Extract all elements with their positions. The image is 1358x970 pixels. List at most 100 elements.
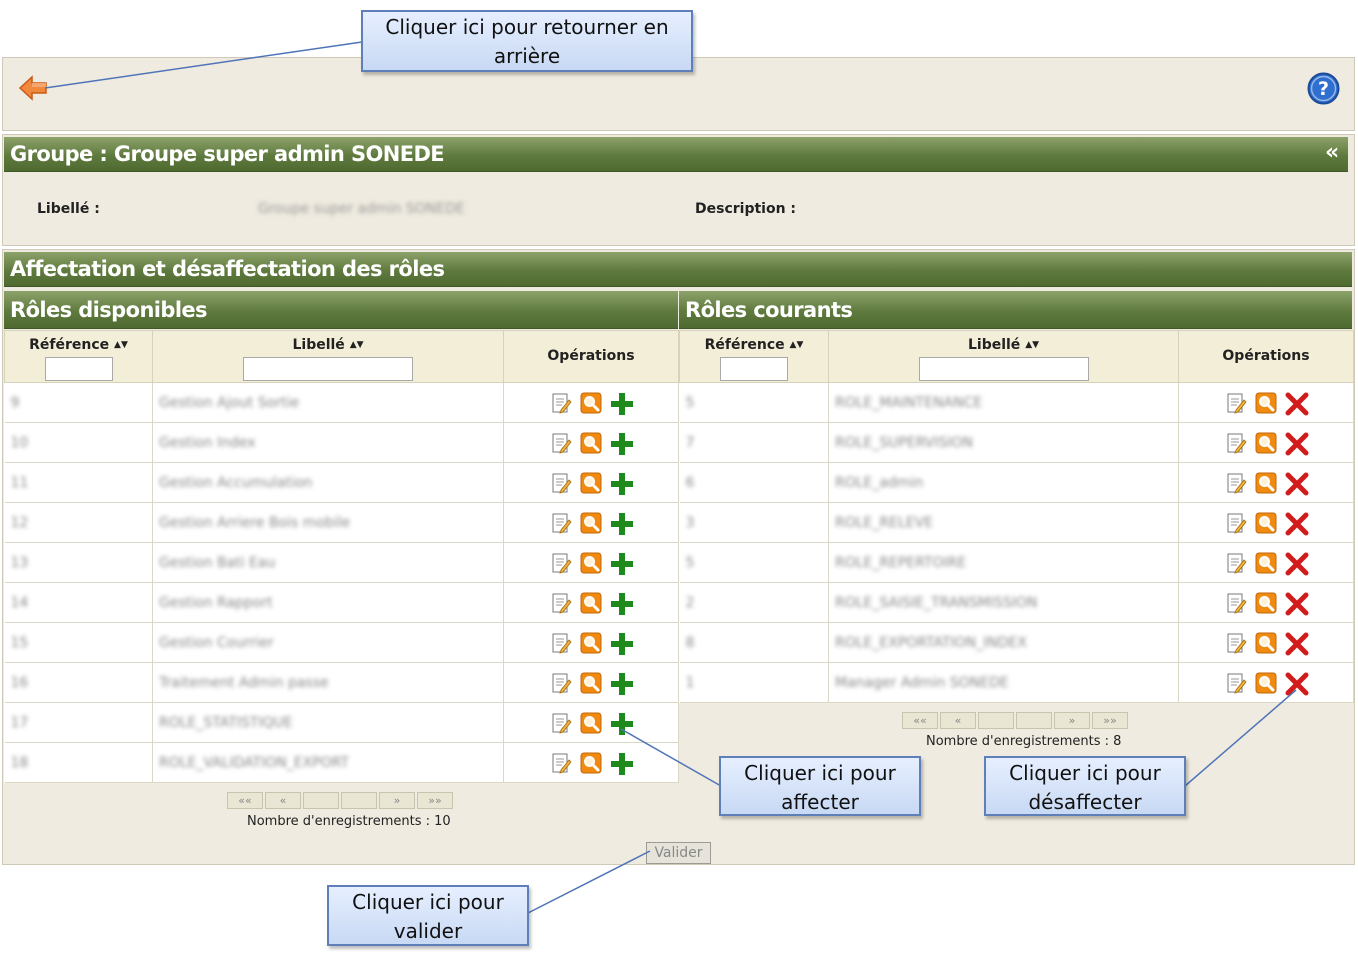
table-row: 8 ROLE_EXPORTATION_INDEX [679, 622, 1354, 663]
back-arrow-icon[interactable] [18, 75, 48, 101]
plus-icon[interactable] [610, 712, 633, 735]
table-row: 16 Traitement Admin passe [4, 662, 679, 703]
edit-icon[interactable] [550, 552, 572, 574]
reference-value: 8 [685, 634, 695, 651]
validate-button[interactable]: Valider [646, 842, 711, 864]
reference-cell: 18 [4, 742, 153, 783]
edit-icon[interactable] [550, 432, 572, 454]
pager-last[interactable]: »» [1092, 712, 1128, 729]
magnifier-icon[interactable] [1255, 592, 1277, 614]
edit-icon[interactable] [550, 392, 572, 414]
magnifier-icon[interactable] [1255, 512, 1277, 534]
plus-icon[interactable] [610, 472, 633, 495]
magnifier-icon[interactable] [580, 632, 602, 654]
magnifier-icon[interactable] [1255, 552, 1277, 574]
x-icon[interactable] [1285, 552, 1309, 575]
pager-page[interactable] [303, 792, 339, 809]
libelle-filter-input[interactable] [918, 357, 1089, 381]
plus-icon[interactable] [610, 432, 633, 455]
operations-cell [503, 382, 679, 423]
plus-icon[interactable] [610, 752, 633, 775]
col-libelle-header[interactable]: Libellé ▲▼ [828, 330, 1179, 383]
pager-page[interactable] [1016, 712, 1052, 729]
libelle-value: ROLE_STATISTIQUE [159, 714, 293, 731]
table-row: 10 Gestion Index [4, 422, 679, 463]
help-icon[interactable]: ? [1307, 72, 1340, 105]
edit-icon[interactable] [1225, 672, 1247, 694]
reference-cell: 8 [679, 622, 829, 663]
libelle-cell: ROLE_VALIDATION_EXPORT [152, 742, 504, 783]
edit-icon[interactable] [1225, 472, 1247, 494]
edit-icon[interactable] [1225, 392, 1247, 414]
libelle-value: Gestion Index [159, 434, 256, 451]
magnifier-icon[interactable] [580, 472, 602, 494]
x-icon[interactable] [1285, 592, 1309, 615]
libelle-filter-input[interactable] [243, 357, 413, 381]
reference-filter-input[interactable] [44, 357, 113, 381]
pager-first[interactable]: «« [227, 792, 263, 809]
x-icon[interactable] [1285, 512, 1309, 535]
roles-section-title: Affectation et désaffectation des rôles [4, 252, 1352, 287]
plus-icon[interactable] [610, 552, 633, 575]
edit-icon[interactable] [550, 672, 572, 694]
magnifier-icon[interactable] [1255, 432, 1277, 454]
collapse-icon[interactable]: « [1325, 140, 1339, 165]
reference-filter-input[interactable] [720, 357, 788, 381]
magnifier-icon[interactable] [580, 432, 602, 454]
edit-icon[interactable] [1225, 432, 1247, 454]
col-reference-header[interactable]: Référence ▲▼ [4, 330, 153, 383]
plus-icon[interactable] [610, 392, 633, 415]
x-icon[interactable] [1285, 672, 1309, 695]
magnifier-icon[interactable] [580, 672, 602, 694]
edit-icon[interactable] [550, 632, 572, 654]
edit-icon[interactable] [1225, 632, 1247, 654]
plus-icon[interactable] [610, 592, 633, 615]
libelle-value: Gestion Rapport [159, 594, 273, 611]
table-row: 5 ROLE_REPERTOIRE [679, 542, 1354, 583]
pager-prev[interactable]: « [940, 712, 976, 729]
edit-icon[interactable] [550, 712, 572, 734]
edit-icon[interactable] [1225, 512, 1247, 534]
col-libelle-header[interactable]: Libellé ▲▼ [152, 330, 504, 383]
pager-prev[interactable]: « [265, 792, 301, 809]
libelle-cell: Gestion Index [152, 422, 504, 463]
magnifier-icon[interactable] [580, 552, 602, 574]
x-icon[interactable] [1285, 432, 1309, 455]
edit-icon[interactable] [550, 472, 572, 494]
x-icon[interactable] [1285, 472, 1309, 495]
edit-icon[interactable] [550, 592, 572, 614]
pager-first[interactable]: «« [902, 712, 938, 729]
col-reference-header[interactable]: Référence ▲▼ [679, 330, 829, 383]
plus-icon[interactable] [610, 672, 633, 695]
magnifier-icon[interactable] [580, 752, 602, 774]
plus-icon[interactable] [610, 512, 633, 535]
reference-cell: 15 [4, 622, 153, 663]
edit-icon[interactable] [550, 752, 572, 774]
magnifier-icon[interactable] [1255, 472, 1277, 494]
magnifier-icon[interactable] [1255, 392, 1277, 414]
pager-next[interactable]: » [379, 792, 415, 809]
libelle-cell: ROLE_EXPORTATION_INDEX [828, 622, 1179, 663]
libelle-cell: ROLE_SAISIE_TRANSMISSION [828, 582, 1179, 623]
libelle-value: ROLE_VALIDATION_EXPORT [159, 754, 349, 771]
magnifier-icon[interactable] [580, 592, 602, 614]
pager-next[interactable]: » [1054, 712, 1090, 729]
magnifier-icon[interactable] [580, 392, 602, 414]
magnifier-icon[interactable] [580, 712, 602, 734]
x-icon[interactable] [1285, 392, 1309, 415]
magnifier-icon[interactable] [580, 512, 602, 534]
pager-page[interactable] [341, 792, 377, 809]
operations-cell [1178, 502, 1354, 543]
edit-icon[interactable] [1225, 592, 1247, 614]
operations-cell [1178, 422, 1354, 463]
pager-page[interactable] [978, 712, 1014, 729]
x-icon[interactable] [1285, 632, 1309, 655]
reference-value: 5 [685, 394, 695, 411]
plus-icon[interactable] [610, 632, 633, 655]
magnifier-icon[interactable] [1255, 672, 1277, 694]
edit-icon[interactable] [550, 512, 572, 534]
magnifier-icon[interactable] [1255, 632, 1277, 654]
pager-last[interactable]: »» [417, 792, 453, 809]
available-roles-title: Rôles disponibles [4, 291, 678, 329]
edit-icon[interactable] [1225, 552, 1247, 574]
